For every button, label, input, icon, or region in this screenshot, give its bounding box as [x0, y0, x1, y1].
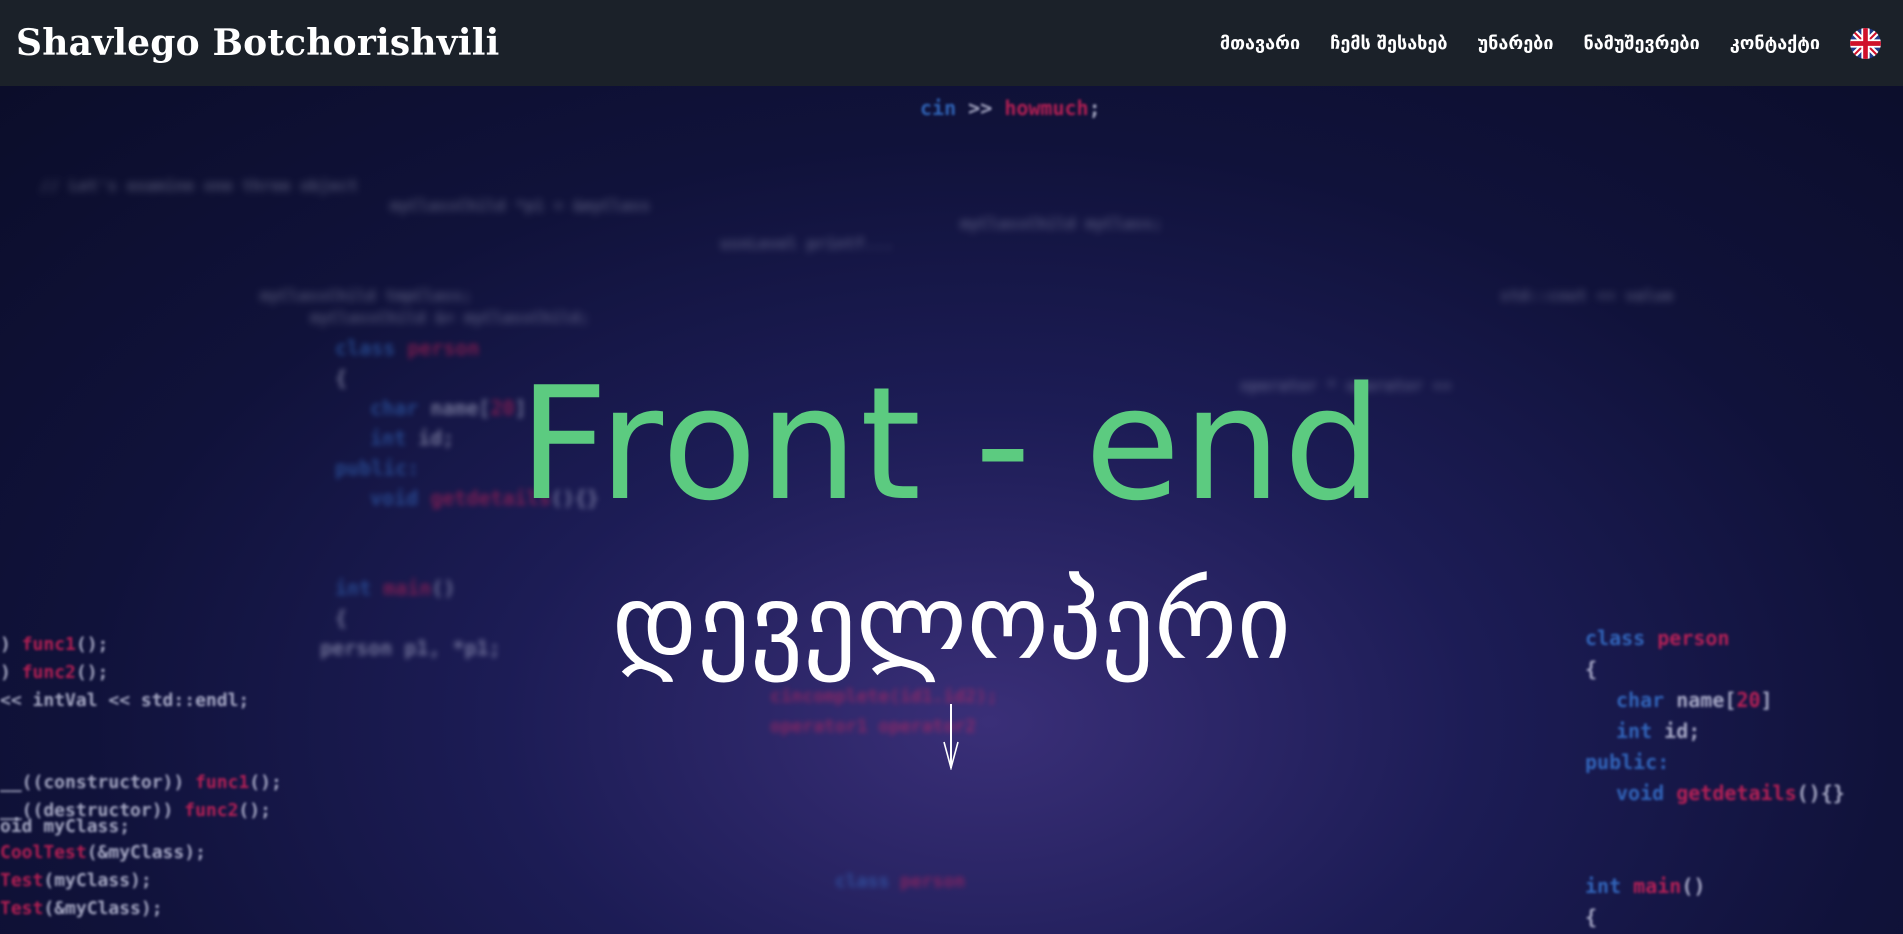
code-line: { [1585, 905, 1598, 929]
code-line: class person [335, 336, 480, 360]
nav-links: მთავარი ჩემს შესახებ უნარები ნამუშევრები… [1220, 27, 1887, 59]
hero-subtitle: დეველოპერი [612, 561, 1291, 683]
site-brand[interactable]: Shavlego Botchorishvili [16, 22, 500, 64]
code-line: usnLevel printf... [720, 234, 894, 253]
nav-link-about[interactable]: ჩემს შესახებ [1330, 33, 1447, 54]
code-line: void getdetails(){} [1616, 781, 1845, 805]
code-line: CoolTest(&myClass); [0, 842, 206, 863]
code-line: myClassChild tmpClass; [260, 286, 472, 305]
code-line: public: [1585, 750, 1670, 774]
hero-section: cin >> howmuch; // Let's examine one thr… [0, 86, 1903, 934]
nav-link-home[interactable]: მთავარი [1220, 33, 1300, 54]
code-line: int id; [1616, 719, 1701, 743]
code-line: std::cout << value [1500, 286, 1674, 305]
code-line: myClassChild myClass; [960, 214, 1163, 233]
code-line: cin >> howmuch; [920, 96, 1101, 120]
code-line: << intVal << std::endl; [0, 690, 250, 711]
code-line: int main() [1585, 874, 1706, 898]
code-line: class person [835, 871, 966, 892]
code-line: myClassChild &= myClassChild; [310, 308, 590, 327]
code-line: __((constructor)) func1(); [0, 772, 282, 793]
code-line: oid myClass; [0, 816, 131, 837]
code-line: Test(&myClass); [0, 898, 163, 919]
code-line: // Let's examine one three object [40, 176, 358, 195]
top-navbar: Shavlego Botchorishvili მთავარი ჩემს შეს… [0, 0, 1903, 86]
hero-title: Front - end [518, 353, 1385, 535]
code-line: myClassChild *p1 = &myClass [390, 196, 651, 215]
nav-link-portfolio[interactable]: ნამუშევრები [1583, 33, 1699, 54]
arrow-down-icon[interactable] [941, 702, 961, 772]
code-line: cincomplete(id1.id2); [770, 686, 998, 707]
nav-link-skills[interactable]: უნარები [1478, 33, 1554, 54]
uk-flag-icon[interactable] [1850, 27, 1881, 59]
code-line: Test(myClass); [0, 870, 152, 891]
nav-link-contact[interactable]: კონტაქტი [1730, 33, 1820, 54]
code-line: char name[20] [1616, 688, 1773, 712]
